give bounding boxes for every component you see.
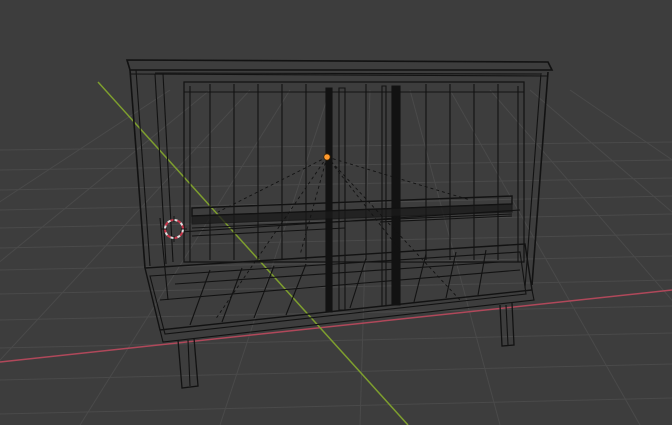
object-origin-icon[interactable] <box>323 153 331 161</box>
3d-viewport[interactable] <box>0 0 672 425</box>
viewport-canvas[interactable] <box>0 0 672 425</box>
